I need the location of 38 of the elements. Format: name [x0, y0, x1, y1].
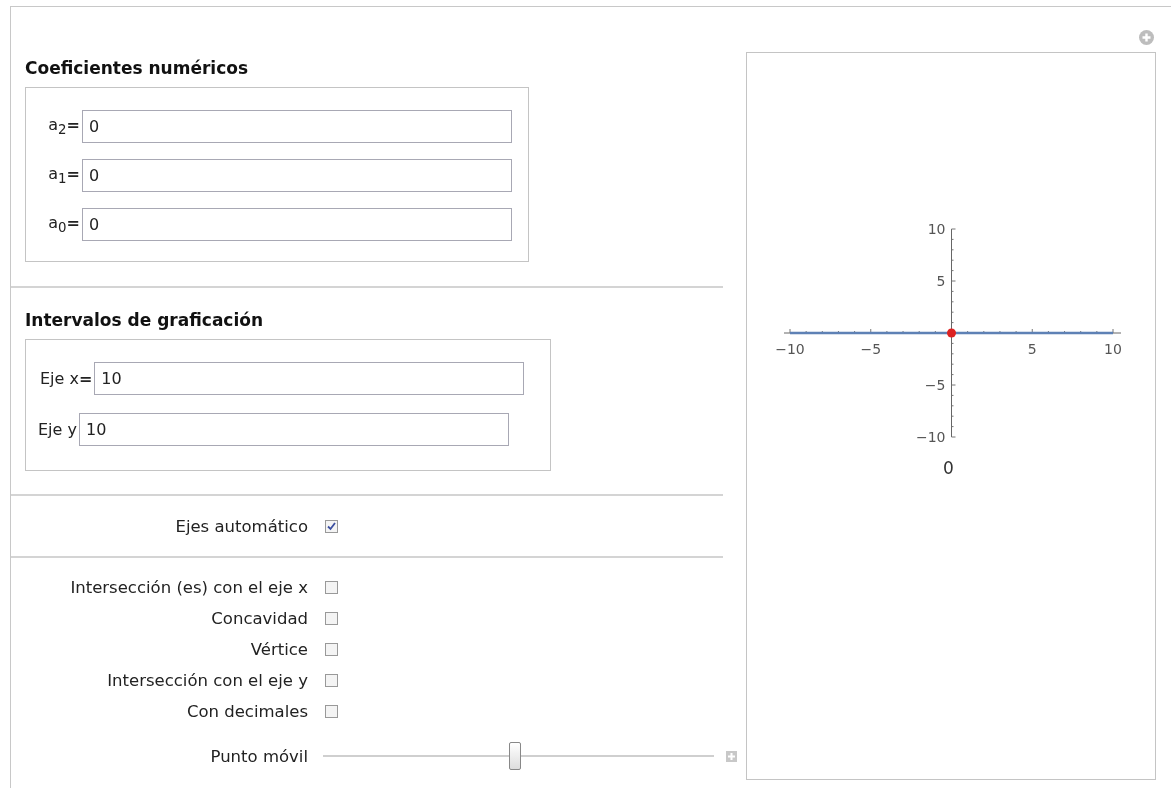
checkbox[interactable] [325, 674, 338, 687]
field-label: Eje x= [40, 369, 93, 388]
input-field[interactable]: 0 [82, 159, 512, 192]
tick-label: 10 [927, 221, 946, 237]
slider-thumb[interactable] [508, 742, 521, 770]
input-field[interactable]: 0 [82, 208, 512, 241]
section-title: Coeficientes numéricos [25, 58, 250, 78]
tick-label: 5 [936, 273, 946, 289]
field-label: Eje y [38, 420, 77, 439]
checkbox-label: Intersección (es) con el eje x [69, 578, 308, 597]
checkbox-label: Con decimales [185, 702, 308, 721]
field-label: a$_{2}$= [48, 115, 80, 138]
tick-label: −10 [775, 341, 805, 357]
field-label: a$_{0}$= [48, 213, 80, 236]
input-field[interactable]: 10 [94, 362, 525, 395]
checkbox-label: Intersección con el eje y [106, 671, 308, 690]
checkbox-label: Vértice [249, 640, 308, 659]
checkbox[interactable] [325, 612, 338, 625]
input-field[interactable]: 0 [82, 110, 512, 143]
checkbox[interactable] [325, 519, 338, 533]
checkbox[interactable] [325, 705, 338, 718]
tick-label: −5 [924, 377, 946, 393]
tick-label: −10 [915, 429, 946, 445]
plus-icon[interactable] [726, 750, 737, 762]
checkbox[interactable] [325, 581, 338, 594]
plus-icon[interactable] [1139, 30, 1154, 45]
tick-label: −5 [860, 341, 882, 357]
checkbox-label: Concavidad [210, 609, 308, 628]
checkbox[interactable] [325, 643, 338, 656]
data-point [947, 328, 956, 338]
slider-label: Punto móvil [209, 746, 308, 766]
tick-label: 5 [1027, 341, 1037, 357]
field-label: a$_{1}$= [48, 164, 80, 187]
input-field[interactable]: 10 [78, 413, 509, 446]
tick-label: 10 [1104, 341, 1122, 357]
section-title: Intervalos de graficación [25, 310, 265, 330]
checkbox-label: Ejes automático [174, 516, 308, 536]
plot-caption: 0 [943, 458, 954, 478]
